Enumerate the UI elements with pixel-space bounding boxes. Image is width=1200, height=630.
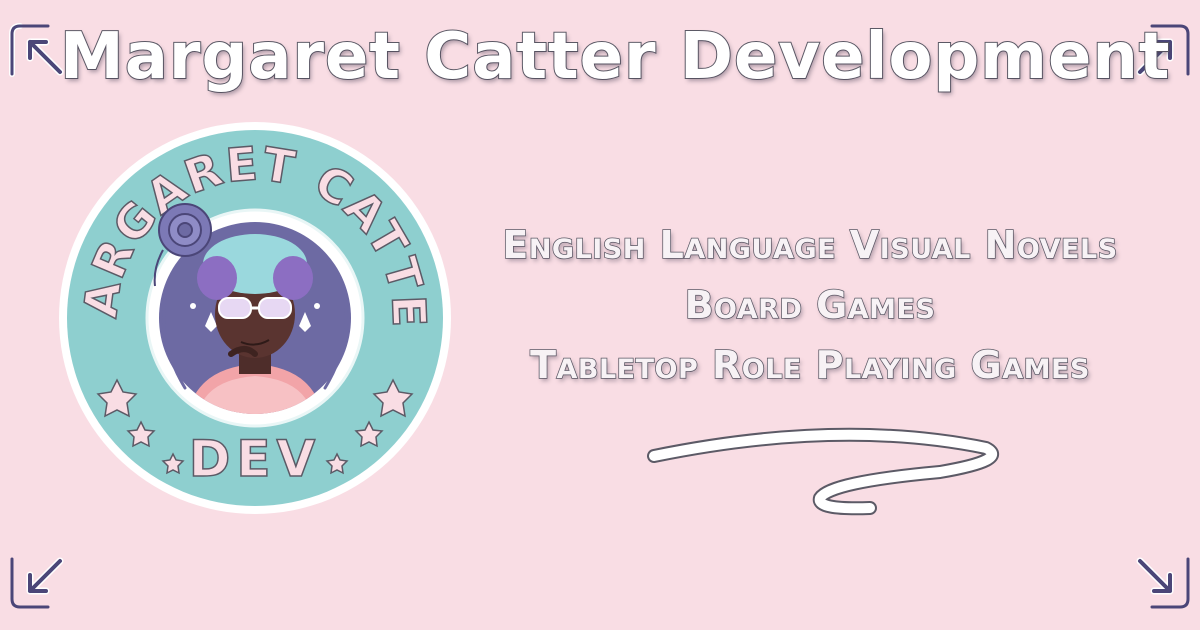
- category-list: English Language Visual Novels Board Gam…: [440, 215, 1180, 395]
- arrow-bottom-right-icon: [1136, 557, 1190, 609]
- logo-bottom-text: DEV: [189, 430, 321, 488]
- category-visual-novels: English Language Visual Novels: [502, 222, 1118, 268]
- logo-badge: MARGARET CATTER DEV: [55, 118, 451, 514]
- category-ttrpg: Tabletop Role Playing Games: [529, 342, 1090, 388]
- category-board-games: Board Games: [684, 282, 936, 328]
- swoosh-decoration: [647, 427, 999, 516]
- arrow-bottom-left-icon: [10, 557, 64, 609]
- banner: Margaret Catter Development MARGARET CAT…: [0, 0, 1200, 630]
- banner-title: Margaret Catter Development: [59, 19, 1171, 95]
